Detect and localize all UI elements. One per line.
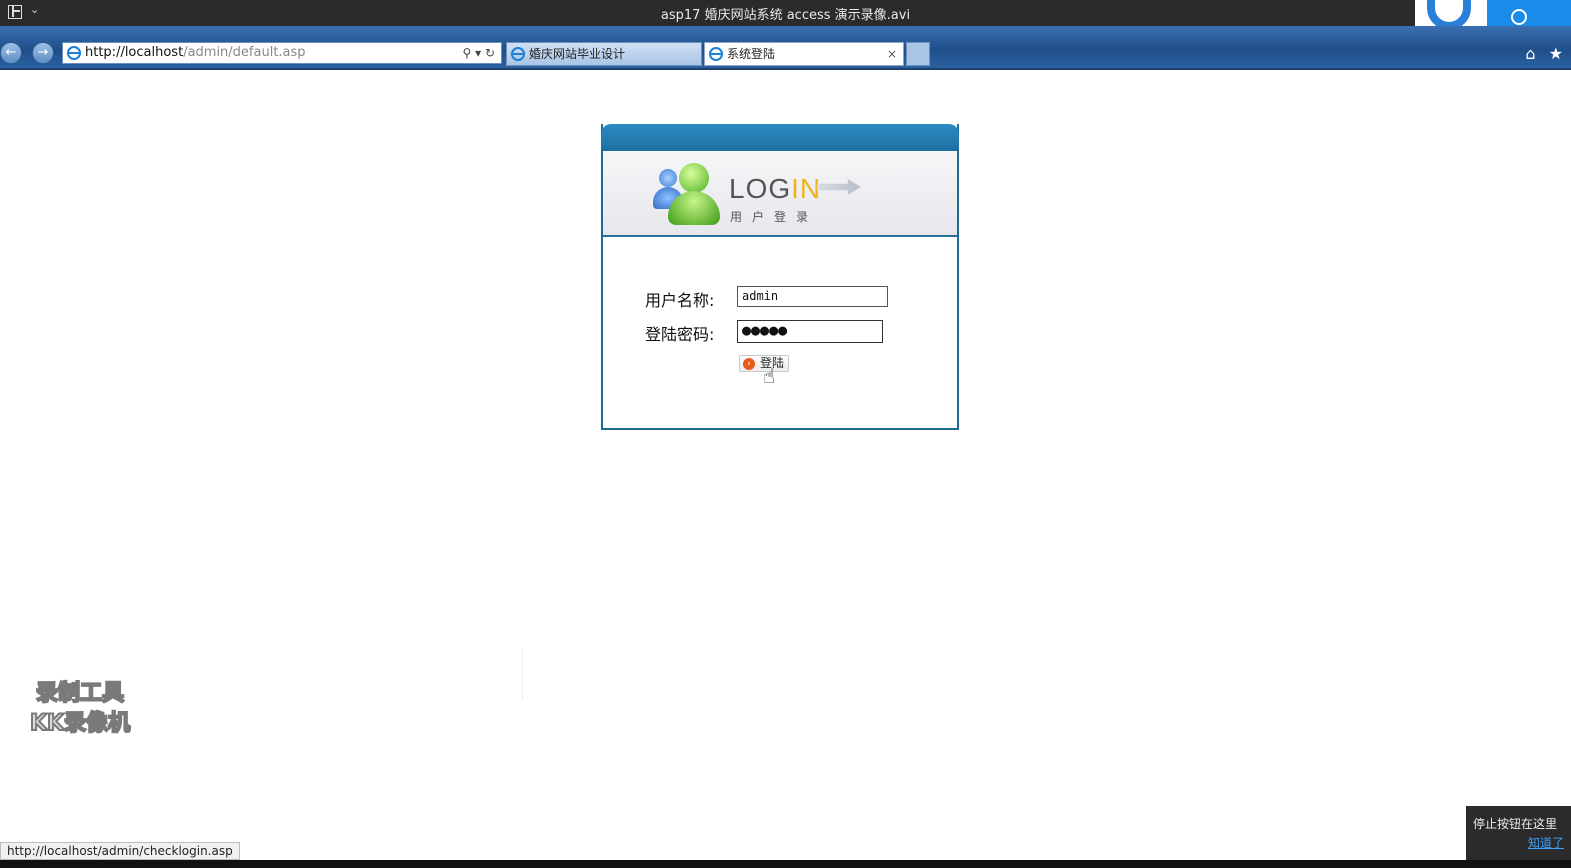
tab-wedding-site[interactable]: 婚庆网站毕业设计 — [506, 42, 702, 66]
stop-button-tip: 停止按钮在这里 知道了 — [1466, 806, 1571, 860]
dropdown-icon[interactable]: ▾ — [475, 46, 481, 60]
tab-label: 婚庆网站毕业设计 — [529, 47, 626, 61]
watermark-line2: KK录像机 — [29, 710, 131, 737]
username-label: 用户名称: — [645, 291, 715, 310]
search-icon[interactable]: ⚲ — [462, 46, 471, 60]
login-banner: LOGIN 用户登录 — [603, 151, 957, 237]
tab-system-login[interactable]: 系统登陆 × — [704, 42, 904, 66]
hand-cursor-icon: ☝ — [763, 364, 776, 388]
tip-text: 停止按钮在这里 — [1473, 817, 1558, 831]
recorder-watermark: 录制工具 KK录像机 — [29, 679, 131, 739]
password-input[interactable]: ●●●●● — [737, 320, 883, 343]
login-panel-header — [601, 124, 959, 151]
home-icon[interactable]: ⌂ — [1525, 44, 1535, 63]
watermark-line1: 录制工具 — [35, 680, 125, 707]
status-url: http://localhost/admin/checklogin.asp — [0, 842, 240, 860]
divider — [522, 648, 523, 700]
star-icon[interactable]: ★ — [1549, 44, 1563, 63]
ie-page-icon — [67, 46, 81, 60]
face-icon — [1511, 9, 1527, 25]
url-host: http://localhost — [85, 45, 184, 60]
browser-chrome: ← → http://localhost/admin/default.asp ⚲… — [0, 26, 1571, 70]
login-logo: LOGIN — [729, 173, 822, 204]
ie-page-icon — [511, 47, 525, 61]
tab-label: 系统登陆 — [727, 47, 776, 61]
forward-button[interactable]: → — [32, 42, 54, 64]
username-input[interactable]: admin — [737, 286, 888, 307]
close-tab-icon[interactable]: × — [887, 43, 897, 65]
login-subtitle: 用户登录 — [730, 210, 819, 224]
url-path: /admin/default.asp — [183, 45, 306, 60]
refresh-icon[interactable]: ↻ — [485, 46, 495, 60]
player-controls[interactable] — [0, 860, 1571, 868]
new-tab-button[interactable] — [906, 42, 930, 66]
back-button[interactable]: ← — [0, 42, 22, 64]
forward-arrow-icon: → — [37, 45, 49, 60]
address-bar[interactable]: http://localhost/admin/default.asp ⚲ ▾ ↻ — [62, 42, 502, 64]
address-tools[interactable]: ⚲ ▾ ↻ — [462, 43, 495, 63]
tip-dismiss-link[interactable]: 知道了 — [1473, 834, 1571, 851]
player-titlebar: ⌄ asp17 婚庆网站系统 access 演示录像.avi — [0, 0, 1571, 26]
browser-toolbar-right: ⌂ ★ — [1525, 44, 1571, 63]
login-panel: LOGIN 用户登录 用户名称: 登陆密码: admin ●●●●● › 登陆 … — [601, 124, 959, 430]
go-arrow-icon: › — [743, 358, 755, 370]
back-arrow-icon: ← — [5, 45, 17, 60]
player-title: asp17 婚庆网站系统 access 演示录像.avi — [660, 8, 911, 23]
password-label: 登陆密码: — [645, 325, 715, 344]
user-avatar-icon — [668, 163, 720, 225]
ie-page-icon — [709, 47, 723, 61]
arrow-decoration-icon — [817, 179, 861, 195]
